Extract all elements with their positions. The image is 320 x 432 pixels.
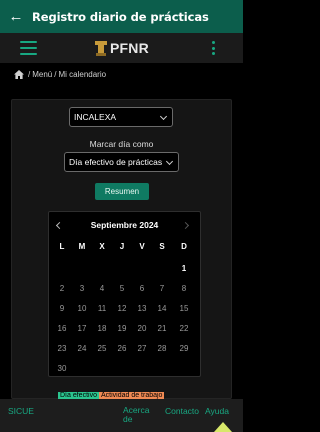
resumen-button[interactable]: Resumen — [95, 183, 149, 200]
calendar-day[interactable]: 17 — [72, 324, 92, 333]
calendar-day[interactable]: 23 — [52, 344, 72, 353]
calendar-day[interactable]: 3 — [72, 284, 92, 293]
company-select-value: INCALEXA — [74, 112, 117, 122]
more-options-icon[interactable] — [211, 41, 215, 55]
sicue-link[interactable]: SICUE — [8, 406, 34, 416]
day-type-select-value: Día efectivo de prácticas — [69, 157, 163, 167]
page-title: Registro diario de prácticas — [32, 9, 209, 24]
weekday-label: X — [99, 242, 105, 251]
chevron-down-icon — [159, 112, 168, 121]
breadcrumb-separator: / — [54, 69, 57, 79]
app-bar: ← Registro diario de prácticas — [0, 0, 243, 33]
calendar-day[interactable]: 15 — [174, 304, 194, 313]
calendar-day[interactable]: 28 — [152, 344, 172, 353]
calendar-day[interactable]: 10 — [72, 304, 92, 313]
back-arrow-icon[interactable]: ← — [0, 0, 32, 33]
breadcrumb: / Menú / Mi calendario — [14, 68, 106, 80]
chevron-down-icon — [165, 157, 174, 166]
mark-day-label: Marcar día como — [89, 139, 154, 149]
calendar-day[interactable]: 12 — [112, 304, 132, 313]
acerca-de-link[interactable]: Acerca de — [123, 406, 159, 424]
bottom-bar: SICUE Acerca de Contacto Ayuda — [0, 399, 243, 432]
breadcrumb-separator: / — [28, 69, 31, 79]
calendar-day[interactable]: 4 — [92, 284, 112, 293]
triangle-icon — [214, 422, 232, 432]
calendar-day[interactable]: 9 — [52, 304, 72, 313]
calendar-day[interactable]: 20 — [132, 324, 152, 333]
calendar: Septiembre 2024 L M X J V S D 1 2 3 4 5 6 7 8 9 10 11 12 13… — [48, 211, 201, 377]
weekday-label: M — [78, 242, 86, 251]
weekday-label: V — [139, 242, 145, 251]
calendar-day[interactable]: 8 — [174, 284, 194, 293]
logo-mark-icon — [94, 40, 108, 57]
calendar-day[interactable]: 19 — [112, 324, 132, 333]
calendar-day[interactable]: 14 — [152, 304, 172, 313]
ayuda-link[interactable]: Ayuda — [205, 406, 229, 416]
calendar-day[interactable]: 5 — [112, 284, 132, 293]
calendar-day[interactable]: 18 — [92, 324, 112, 333]
contacto-link[interactable]: Contacto — [165, 406, 199, 416]
calendar-day[interactable]: 1 — [174, 264, 194, 273]
day-type-select[interactable]: Día efectivo de prácticas — [64, 152, 179, 172]
calendar-day[interactable]: 11 — [92, 304, 112, 313]
calendar-day[interactable]: 30 — [52, 364, 72, 373]
top-navigation: PFNR — [0, 33, 243, 63]
calendar-day[interactable]: 16 — [52, 324, 72, 333]
calendar-day[interactable]: 29 — [174, 344, 194, 353]
calendar-day[interactable]: 7 — [152, 284, 172, 293]
calendar-day[interactable]: 26 — [112, 344, 132, 353]
calendar-day[interactable]: 25 — [92, 344, 112, 353]
calendar-day[interactable]: 6 — [132, 284, 152, 293]
home-icon[interactable] — [14, 69, 24, 79]
company-select[interactable]: INCALEXA — [69, 107, 173, 127]
calendar-day[interactable]: 21 — [152, 324, 172, 333]
calendar-day[interactable]: 2 — [52, 284, 72, 293]
breadcrumb-menu[interactable]: Menú — [32, 70, 52, 79]
breadcrumb-calendar: Mi calendario — [58, 69, 107, 79]
calendar-day[interactable]: 22 — [174, 324, 194, 333]
weekday-label: J — [119, 242, 125, 251]
calendar-day[interactable]: 27 — [132, 344, 152, 353]
logo-text: PFNR — [110, 40, 149, 56]
pfnr-logo: PFNR — [94, 39, 149, 57]
weekday-label: L — [59, 242, 65, 251]
weekday-label: S — [159, 242, 165, 251]
calendar-day[interactable]: 24 — [72, 344, 92, 353]
calendar-month-title: Septiembre 2024 — [90, 220, 159, 230]
menu-icon[interactable] — [20, 41, 37, 55]
calendar-day[interactable]: 13 — [132, 304, 152, 313]
weekday-label: D — [181, 242, 187, 251]
